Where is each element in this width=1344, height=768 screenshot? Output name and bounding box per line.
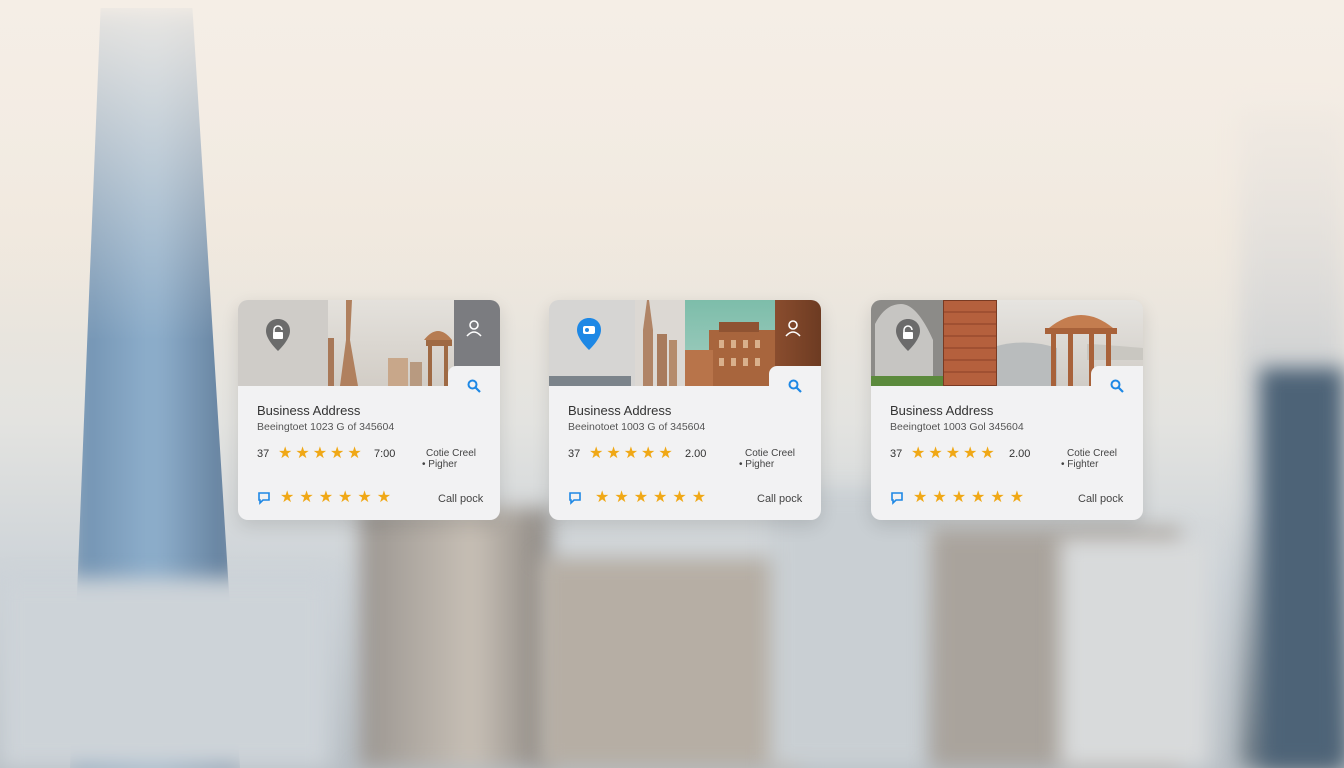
category-line-2: • Pigher (739, 459, 775, 470)
star-icon: ★ (376, 489, 392, 506)
star-icon: ★ (928, 445, 943, 462)
search-button[interactable] (1091, 366, 1143, 406)
star-icon: ★ (1009, 489, 1025, 506)
business-title: Business Address (257, 403, 361, 418)
business-card-3[interactable]: Business Address Beeingtoet 1003 Gol 345… (871, 300, 1143, 520)
star-icon: ★ (357, 489, 372, 506)
star-icon: ★ (963, 445, 978, 462)
review-count: 37 (568, 448, 581, 460)
star-icon: ★ (299, 489, 314, 506)
star-icon: ★ (312, 445, 328, 462)
star-icon: ★ (589, 445, 604, 462)
call-link[interactable]: Call pock (438, 493, 483, 505)
star-icon: ★ (971, 489, 986, 506)
chat-icon[interactable] (568, 491, 582, 505)
star-icon: ★ (990, 489, 1005, 506)
star-icon: ★ (280, 489, 295, 506)
call-link[interactable]: Call pock (1078, 493, 1123, 505)
star-icon: ★ (932, 489, 947, 506)
map-pin-icon (896, 319, 920, 351)
star-icon: ★ (330, 445, 345, 462)
rating-value: 2.00 (685, 448, 707, 460)
business-card-1[interactable]: Business Address Beeingtoet 1023 G of 34… (238, 300, 500, 520)
rating-stars: ★ ★ ★ ★ ★ (911, 445, 995, 463)
rating-stars: ★ ★ ★ ★ ★ (278, 445, 362, 463)
business-title: Business Address (890, 403, 994, 418)
star-icon: ★ (658, 445, 673, 462)
star-icon: ★ (691, 489, 707, 506)
category-line-2: • Pigher (422, 459, 458, 470)
secondary-stars: ★ ★ ★ ★ ★ ★ (913, 489, 1024, 507)
rating-value: 7:00 (374, 448, 396, 460)
secondary-stars: ★ ★ ★ ★ ★ ★ (595, 489, 706, 507)
star-icon: ★ (945, 445, 961, 462)
star-icon: ★ (911, 445, 926, 462)
star-icon: ★ (595, 489, 610, 506)
star-icon: ★ (606, 445, 621, 462)
star-icon: ★ (338, 489, 353, 506)
search-icon (467, 379, 481, 393)
category-line-1: Cotie Creel (1067, 448, 1118, 459)
star-icon: ★ (980, 445, 995, 462)
business-address: Beeingtoet 1023 G of 345604 (257, 421, 395, 433)
chat-icon[interactable] (257, 491, 271, 505)
call-link[interactable]: Call pock (757, 493, 802, 505)
review-count: 37 (257, 448, 270, 460)
star-icon: ★ (278, 445, 293, 462)
star-icon: ★ (672, 489, 687, 506)
business-address: Beeinotoet 1003 G of 345604 (568, 421, 706, 433)
star-icon: ★ (623, 445, 639, 462)
star-icon: ★ (913, 489, 928, 506)
star-icon: ★ (295, 445, 310, 462)
person-icon (785, 320, 801, 337)
map-pin-icon (577, 318, 601, 350)
chat-icon[interactable] (890, 491, 904, 505)
star-icon: ★ (633, 489, 649, 506)
search-icon (1110, 379, 1124, 393)
rating-stars: ★ ★ ★ ★ ★ (589, 445, 673, 463)
business-title: Business Address (568, 403, 672, 418)
rating-value: 2.00 (1009, 448, 1031, 460)
business-address: Beeingtoet 1003 Gol 345604 (890, 421, 1024, 433)
star-icon: ★ (347, 445, 362, 462)
star-icon: ★ (641, 445, 656, 462)
review-count: 37 (890, 448, 903, 460)
star-icon: ★ (653, 489, 668, 506)
business-card-2[interactable]: Business Address Beeinotoet 1003 G of 34… (549, 300, 821, 520)
map-pin-icon (266, 319, 290, 351)
star-icon: ★ (614, 489, 629, 506)
star-icon: ★ (951, 489, 967, 506)
category-line-1: Cotie Creel (426, 448, 477, 459)
person-icon (466, 320, 482, 337)
search-button[interactable] (769, 366, 821, 406)
secondary-stars: ★ ★ ★ ★ ★ ★ (280, 489, 391, 507)
star-icon: ★ (318, 489, 334, 506)
category-line-1: Cotie Creel (745, 448, 796, 459)
category-line-2: • Fighter (1061, 459, 1099, 470)
search-icon (788, 379, 802, 393)
search-button[interactable] (448, 366, 500, 406)
